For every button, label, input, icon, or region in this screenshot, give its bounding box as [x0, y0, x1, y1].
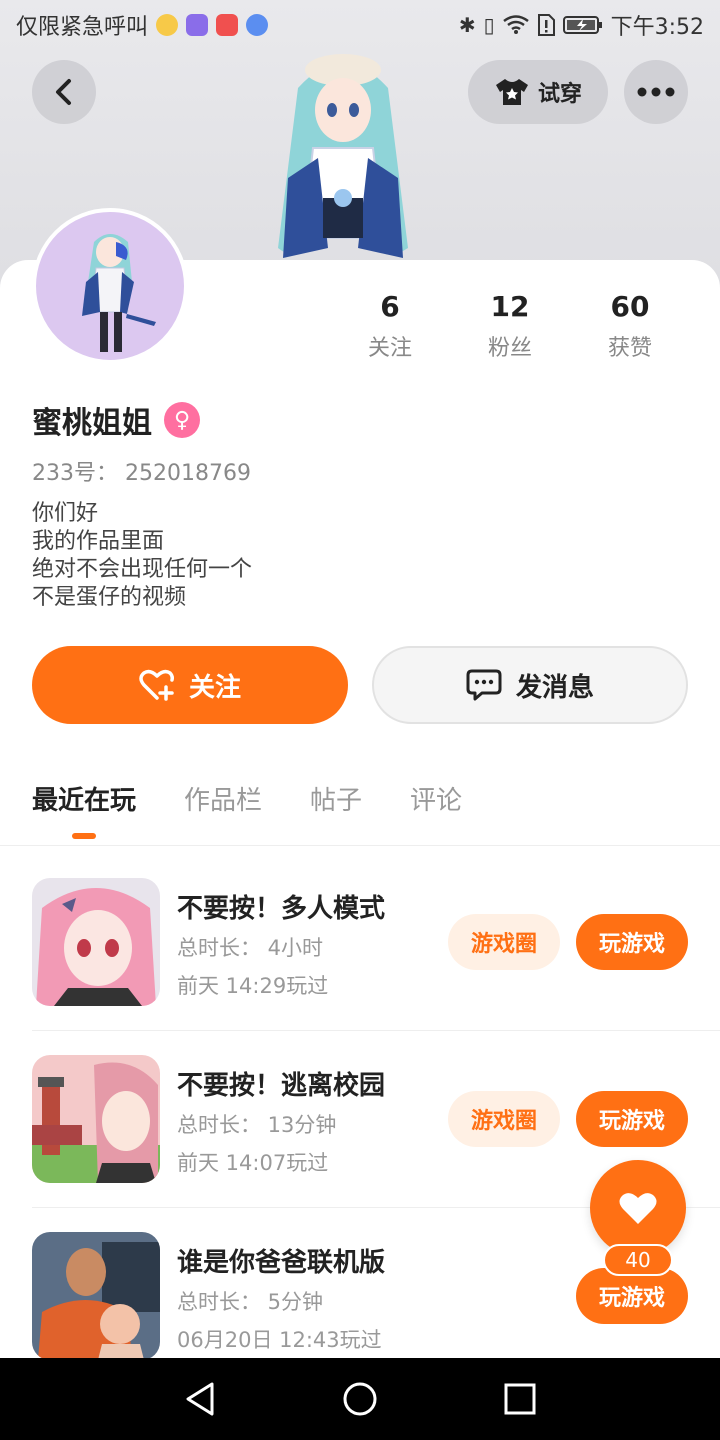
vibrate-icon: ▯: [483, 13, 495, 37]
heart-plus-icon: [139, 669, 174, 701]
profile-stats: 6 关注 12 粉丝 60 获赞: [330, 290, 690, 362]
qq-browser-icon: [156, 14, 179, 36]
bio-line: 绝对不会出现任何一个: [32, 557, 253, 582]
wifi-icon: [502, 15, 529, 34]
more-dots-icon: [637, 87, 675, 97]
game-title: 谁是你爸爸联机版: [177, 1248, 386, 1278]
clock: 下午3:52: [610, 15, 704, 40]
stat-likes[interactable]: 60 获赞: [570, 290, 690, 362]
stat-following[interactable]: 6 关注: [330, 290, 450, 362]
bio-line: 我的作品里面: [32, 529, 165, 554]
game-list-item[interactable]: 不要按！多人模式 总时长： 4小时 前天 14:29玩过 游戏圈 玩游戏: [32, 878, 720, 1056]
circle-home-icon: [343, 1382, 377, 1416]
square-recents-icon: [504, 1383, 536, 1415]
game-thumbnail[interactable]: [32, 1055, 160, 1183]
chat-bubble-icon: [466, 669, 502, 701]
stat-value: 6: [380, 290, 400, 323]
name-row: 蜜桃姐姐 ♀: [32, 398, 200, 442]
game-last-played: 06月20日 12:43玩过: [177, 1328, 382, 1352]
try-on-button[interactable]: 试穿: [468, 60, 608, 124]
chevron-left-icon: [56, 79, 71, 105]
follow-button[interactable]: 关注: [32, 646, 348, 724]
stat-followers[interactable]: 12 粉丝: [450, 290, 570, 362]
game-cover-image: [32, 878, 160, 1006]
game-thumbnail[interactable]: [32, 1232, 160, 1360]
stat-value: 12: [490, 290, 530, 323]
game-duration: 总时长： 13分钟: [177, 1113, 337, 1137]
avatar[interactable]: [32, 208, 188, 364]
stat-value: 60: [610, 290, 650, 323]
nav-recents-button[interactable]: [490, 1369, 550, 1429]
tshirt-icon: [495, 79, 528, 105]
game-last-played: 前天 14:29玩过: [177, 974, 329, 998]
divider: [0, 845, 720, 846]
triangle-back-icon: [186, 1382, 214, 1416]
more-options-button[interactable]: [624, 60, 688, 124]
tab-posts[interactable]: 帖子: [310, 780, 362, 839]
game-last-played: 前天 14:07玩过: [177, 1151, 329, 1175]
play-game-button[interactable]: 玩游戏: [576, 914, 688, 970]
system-navigation-bar: [0, 1358, 720, 1440]
floating-like-button[interactable]: [590, 1160, 686, 1256]
game-cover-image: [32, 1232, 160, 1360]
send-message-button[interactable]: 发消息: [372, 646, 688, 724]
divider: [32, 1030, 720, 1031]
avatar-character-image: [82, 234, 156, 352]
play-game-button[interactable]: 玩游戏: [576, 1091, 688, 1147]
nav-back-button[interactable]: [170, 1369, 230, 1429]
bio-line: 你们好: [32, 501, 99, 526]
stat-label: 获赞: [607, 336, 652, 361]
status-bar: 仅限紧急呼叫 ✱ ▯ 下午3:52: [0, 0, 720, 50]
tab-recently-played[interactable]: 最近在玩: [32, 780, 136, 839]
game-title: 不要按！逃离校园: [177, 1071, 386, 1101]
bluetooth-icon: ✱: [458, 13, 476, 37]
profile-name: 蜜桃姐姐: [32, 406, 152, 441]
stat-label: 粉丝: [487, 336, 532, 361]
bio-line: 不是蛋仔的视频: [32, 585, 187, 610]
app-purple-icon: [186, 14, 209, 36]
character-figure-image: [278, 54, 408, 258]
like-count-badge: 40: [603, 1244, 673, 1276]
game-thumbnail[interactable]: [32, 878, 160, 1006]
profile-tabs: 最近在玩 作品栏 帖子 评论: [32, 780, 462, 839]
female-gender-icon: ♀: [164, 402, 200, 438]
game-cover-image: [32, 1055, 160, 1183]
game-title: 不要按！多人模式: [177, 894, 386, 924]
music-icon: [246, 14, 269, 36]
nav-home-button[interactable]: [330, 1369, 390, 1429]
huawei-appgallery-icon: [216, 14, 239, 36]
tab-comments[interactable]: 评论: [410, 780, 462, 839]
game-duration: 总时长： 4小时: [177, 936, 324, 960]
play-game-button[interactable]: 玩游戏: [576, 1268, 688, 1324]
stat-label: 关注: [367, 336, 412, 361]
game-circle-button[interactable]: 游戏圈: [448, 1091, 560, 1147]
heart-icon: [619, 1193, 657, 1224]
message-label: 发消息: [515, 672, 594, 703]
carrier-text: 仅限紧急呼叫: [16, 15, 149, 40]
game-circle-button[interactable]: 游戏圈: [448, 914, 560, 970]
user-id: 233号： 252018769: [32, 461, 251, 486]
game-duration: 总时长： 5分钟: [177, 1290, 324, 1314]
sim-alert-icon: [537, 14, 555, 36]
follow-label: 关注: [188, 672, 241, 703]
tab-works[interactable]: 作品栏: [184, 780, 262, 839]
battery-charging-icon: [562, 16, 602, 34]
profile-bio: 你们好 我的作品里面 绝对不会出现任何一个 不是蛋仔的视频: [32, 500, 252, 612]
back-button[interactable]: [32, 60, 96, 124]
try-on-label: 试穿: [537, 82, 582, 107]
